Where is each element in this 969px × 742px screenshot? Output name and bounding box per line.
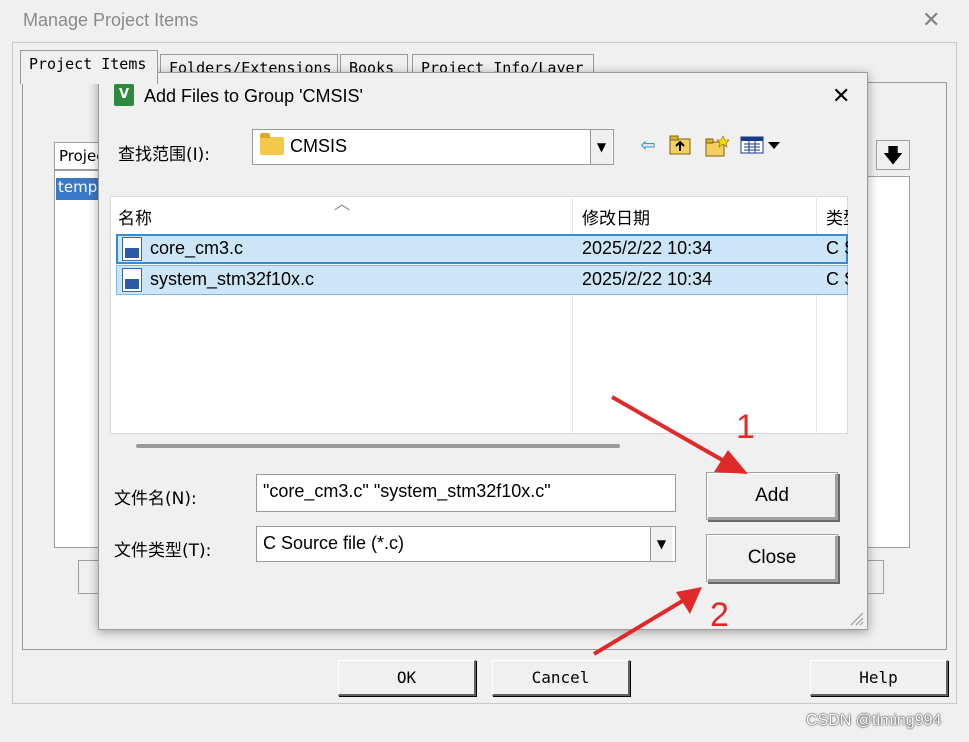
annotation-arrows [592,395,748,656]
tab-project-items[interactable]: Project Items [20,50,158,84]
annotation-arrow-1 [611,395,748,474]
watermark: CSDN @timing994 [806,712,942,729]
annotation-arrow-2 [592,587,702,656]
step-number-2: 2 [710,596,729,634]
step-number-1: 1 [736,408,755,446]
